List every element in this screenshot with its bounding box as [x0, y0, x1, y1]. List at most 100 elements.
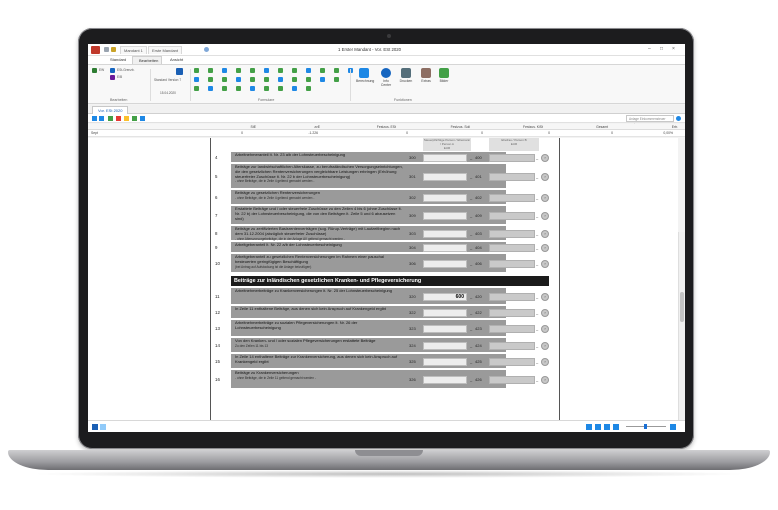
amount-field-spouse[interactable]	[489, 230, 535, 238]
vertical-scrollbar[interactable]	[678, 232, 685, 432]
form-icon[interactable]	[250, 86, 255, 91]
form-icon[interactable]	[292, 86, 297, 91]
amount-field-spouse[interactable]	[489, 194, 535, 202]
close-icon[interactable]: ×	[672, 46, 675, 52]
tab-bearbeiten[interactable]: Bearbeiten	[132, 56, 163, 64]
form-icon[interactable]	[194, 77, 199, 82]
form-icon[interactable]	[208, 86, 213, 91]
amount-field[interactable]	[423, 376, 467, 384]
amount-field[interactable]	[423, 194, 467, 202]
expand-icon[interactable]: ›	[541, 376, 549, 384]
extras-button[interactable]: Extras	[418, 68, 434, 83]
amount-field-spouse[interactable]	[489, 342, 535, 350]
form-icon[interactable]	[292, 77, 297, 82]
zoom-in-icon[interactable]	[670, 424, 676, 430]
globe-icon[interactable]	[204, 47, 209, 52]
version-label[interactable]: Standard Version 7	[154, 78, 181, 82]
form-icon[interactable]	[278, 77, 283, 82]
expand-icon[interactable]: ›	[541, 212, 549, 220]
fit-page-icon[interactable]	[595, 424, 601, 430]
app-logo-icon[interactable]	[91, 46, 100, 54]
back-arrow-icon[interactable]	[92, 116, 97, 121]
expand-icon[interactable]: ›	[541, 154, 549, 162]
eb-button[interactable]: E/B	[117, 75, 122, 79]
est-grenzb-icon[interactable]	[110, 68, 115, 73]
est-grenzb-button[interactable]: ESt-Grenzb.	[117, 68, 135, 72]
form-icon[interactable]	[306, 77, 311, 82]
search-icon[interactable]	[676, 116, 681, 121]
amount-field[interactable]	[423, 358, 467, 366]
expand-icon[interactable]: ›	[541, 325, 549, 333]
amount-field-spouse[interactable]	[489, 260, 535, 268]
form-icon[interactable]	[208, 77, 213, 82]
amount-field[interactable]	[423, 173, 467, 181]
fit-width-icon[interactable]	[586, 424, 592, 430]
tab-standard[interactable]: Standard	[104, 56, 129, 64]
expand-icon[interactable]: ›	[541, 309, 549, 317]
add-icon[interactable]	[108, 116, 113, 121]
search-input[interactable]: Anlage Einkommensteuer suchen	[626, 115, 674, 127]
form-icon[interactable]	[236, 77, 241, 82]
amount-field-spouse[interactable]	[489, 376, 535, 384]
check-icon[interactable]	[132, 116, 137, 121]
form-icon[interactable]	[306, 86, 311, 91]
form-icon[interactable]	[334, 77, 339, 82]
expand-icon[interactable]: ›	[541, 244, 549, 252]
amount-field-spouse[interactable]	[489, 309, 535, 317]
zoom-out-icon[interactable]	[613, 424, 619, 430]
version-icon[interactable]	[176, 68, 183, 75]
form-icon[interactable]	[264, 86, 269, 91]
forward-arrow-icon[interactable]	[99, 116, 104, 121]
tab-vor-est-2020[interactable]: Vor. ESt 2020	[92, 106, 129, 114]
zoom-slider-knob[interactable]	[644, 424, 647, 429]
ew-button[interactable]: EW	[99, 68, 104, 72]
form-icon[interactable]	[320, 68, 325, 73]
form-icon[interactable]	[334, 68, 339, 73]
form-icon[interactable]	[236, 68, 241, 73]
scrollbar-thumb[interactable]	[680, 292, 684, 322]
ew-icon[interactable]	[92, 68, 97, 73]
settings-icon[interactable]	[140, 116, 145, 121]
amount-field-spouse[interactable]	[489, 154, 535, 162]
berechnung-button[interactable]: Berechnung	[356, 68, 374, 83]
expand-icon[interactable]: ›	[541, 260, 549, 268]
eb-icon[interactable]	[110, 75, 115, 80]
form-icon[interactable]	[278, 68, 283, 73]
folder-open-icon[interactable]	[124, 116, 129, 121]
form-icon[interactable]	[222, 86, 227, 91]
expand-icon[interactable]: ›	[541, 358, 549, 366]
minimize-icon[interactable]: –	[648, 46, 651, 52]
form-icon[interactable]	[208, 68, 213, 73]
form-icon[interactable]	[222, 77, 227, 82]
amount-field-spouse[interactable]	[489, 212, 535, 220]
form-icon[interactable]	[278, 86, 283, 91]
page-icon[interactable]	[92, 424, 98, 430]
amount-field[interactable]	[423, 342, 467, 350]
amount-field[interactable]	[423, 325, 467, 333]
two-pages-icon[interactable]	[604, 424, 610, 430]
form-icon[interactable]	[250, 77, 255, 82]
save-icon[interactable]	[104, 47, 109, 52]
maximize-icon[interactable]: □	[660, 46, 663, 52]
delete-icon[interactable]	[116, 116, 121, 121]
amount-field[interactable]	[423, 230, 467, 238]
amount-field-spouse[interactable]	[489, 325, 535, 333]
folder-icon[interactable]	[111, 47, 116, 52]
amount-field[interactable]	[423, 260, 467, 268]
amount-field[interactable]	[423, 244, 467, 252]
form-icon[interactable]	[194, 86, 199, 91]
form-icon[interactable]	[292, 68, 297, 73]
tab-ansicht[interactable]: Ansicht	[164, 56, 186, 64]
tab-erste-mandant[interactable]: Erste Mandant	[148, 46, 183, 54]
expand-icon[interactable]: ›	[541, 173, 549, 181]
amount-field[interactable]	[423, 309, 467, 317]
form-icon[interactable]	[264, 77, 269, 82]
form-icon[interactable]	[222, 68, 227, 73]
form-icon[interactable]	[306, 68, 311, 73]
amount-field[interactable]	[423, 212, 467, 220]
expand-icon[interactable]: ›	[541, 194, 549, 202]
amount-field-spouse[interactable]	[489, 244, 535, 252]
summary-grid-row[interactable]: Sept 0 -1.226 0 0 0 0 0,00%	[88, 130, 685, 137]
form-icon[interactable]	[194, 68, 199, 73]
view-icon[interactable]	[100, 424, 106, 430]
